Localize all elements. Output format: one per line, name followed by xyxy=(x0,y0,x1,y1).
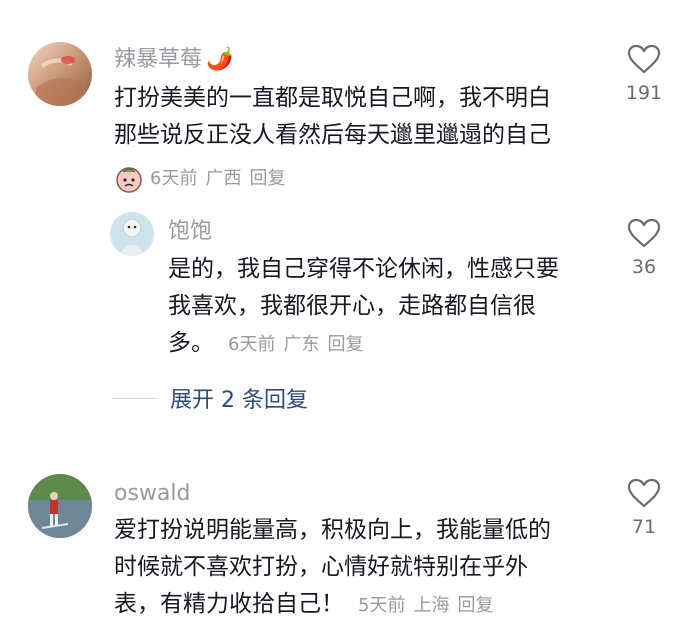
comment-location: 广西 xyxy=(205,168,242,189)
comment-location: 广东 xyxy=(283,334,320,355)
avatar[interactable] xyxy=(28,42,92,106)
avatar[interactable] xyxy=(28,474,92,538)
comment-time: 6天前 xyxy=(228,334,276,355)
reply-button[interactable]: 回复 xyxy=(327,334,363,355)
like-count: 71 xyxy=(631,516,657,538)
comment-text-line: 我喜欢，我都很开心，走路都自信很 xyxy=(168,293,536,319)
divider-line xyxy=(112,397,158,399)
comment-meta: 6天前 广东 回复 xyxy=(228,334,371,355)
avatar[interactable] xyxy=(110,212,154,256)
like-count: 36 xyxy=(631,256,657,278)
comment-text-line: 爱打扮说明能量高，积极向上，我能量低的 xyxy=(114,517,551,543)
username[interactable]: 饱饱 xyxy=(168,218,212,246)
heart-icon xyxy=(627,44,661,74)
comment-text-line: 打扮美美的一直都是取悦自己啊，我不明白 xyxy=(114,85,551,111)
comment-text-line: 多。 xyxy=(168,330,214,356)
like-count: 191 xyxy=(625,82,663,104)
username[interactable]: oswald xyxy=(114,480,190,508)
comment-text-line: 时候就不喜欢打扮，心情好就特别在乎外 xyxy=(114,554,528,580)
comment-text-line: 那些说反正没人看然后每天邋里邋遢的自己 xyxy=(114,122,551,148)
like-button[interactable]: 191 xyxy=(614,44,674,104)
expand-replies[interactable]: 展开 2 条回复 xyxy=(112,382,308,414)
comment-text-line: 是的，我自己穿得不论休闲，性感只要 xyxy=(168,256,559,282)
reply-button[interactable]: 回复 xyxy=(457,595,493,616)
comment-meta: 5天前 上海 回复 xyxy=(358,595,501,616)
chili-pepper-icon: 🌶️ xyxy=(206,47,234,72)
comment-time: 5天前 xyxy=(358,595,406,616)
comment-text-line: 表，有精力收拾自己！ xyxy=(114,591,344,617)
heart-icon xyxy=(627,478,661,508)
sticker-icon xyxy=(114,164,144,194)
comment-time: 6天前 xyxy=(150,168,198,189)
heart-icon xyxy=(627,218,661,248)
like-button[interactable]: 71 xyxy=(614,478,674,538)
like-button[interactable]: 36 xyxy=(614,218,674,278)
reply-button[interactable]: 回复 xyxy=(249,167,285,191)
expand-replies-label[interactable]: 展开 2 条回复 xyxy=(170,382,308,414)
username[interactable]: 辣暴草莓 xyxy=(114,47,202,72)
comment-location: 上海 xyxy=(413,595,450,616)
